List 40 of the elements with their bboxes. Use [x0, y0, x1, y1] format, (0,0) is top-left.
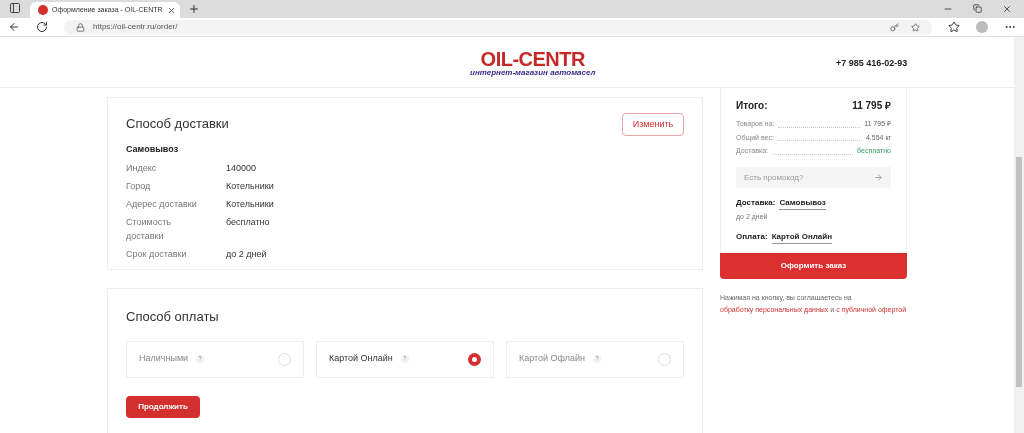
payment-label: Оплата:: [736, 231, 768, 243]
radio-button[interactable]: [468, 352, 481, 366]
field-label: Срок доставки: [126, 248, 188, 261]
field-label: Индекс: [126, 162, 158, 175]
promo-field[interactable]: Есть промокод?: [736, 166, 891, 188]
tab-actions-icon[interactable]: [9, 2, 21, 14]
logo[interactable]: OIL-CENTR интернет-магазин автомасел: [470, 49, 596, 77]
section-title: Способ оплаты: [126, 308, 220, 326]
scrollbar-thumb[interactable]: [1016, 157, 1022, 387]
new-tab-icon[interactable]: [188, 3, 200, 15]
phone-number[interactable]: +7 985 416-02-93: [836, 57, 908, 71]
restore-icon[interactable]: [973, 4, 982, 13]
delivery-label: Доставка:: [736, 196, 776, 209]
back-icon[interactable]: [8, 21, 20, 33]
field-label: Стоимость доставки: [126, 216, 173, 243]
reload-icon[interactable]: [36, 21, 48, 33]
lock-icon: [76, 22, 85, 32]
field-value: бесплатно: [226, 216, 270, 229]
total-label: Итого:: [736, 99, 768, 113]
close-window-icon[interactable]: [1002, 4, 1012, 14]
field-label: Город: [126, 180, 152, 193]
place-order-button[interactable]: Оформить заказ: [720, 253, 907, 279]
field-label: Адерес доставки: [126, 198, 198, 211]
field-value: 140000: [226, 162, 257, 175]
key-icon[interactable]: [890, 22, 899, 32]
field-value: до 2 дней: [226, 248, 267, 261]
site-favicon-icon: [38, 5, 48, 15]
section-title: Способ доставки: [126, 115, 229, 133]
address-bar[interactable]: https://oil-centr.ru/order/: [64, 19, 932, 35]
favorites-icon[interactable]: [948, 21, 960, 33]
field-value: Котельники: [226, 180, 274, 193]
delivery-link[interactable]: Самовывоз: [779, 196, 826, 210]
total-value: 11 795 ₽: [852, 99, 891, 113]
delivery-method: Самовывоз: [126, 142, 180, 156]
change-button[interactable]: Изменить: [622, 113, 684, 136]
close-tab-icon[interactable]: [166, 5, 176, 15]
favorite-icon[interactable]: [911, 22, 920, 32]
continue-button[interactable]: Продолжить: [126, 395, 200, 418]
field-value: Котельники: [226, 198, 274, 211]
payment-link[interactable]: Картой Онлайн: [771, 231, 832, 244]
